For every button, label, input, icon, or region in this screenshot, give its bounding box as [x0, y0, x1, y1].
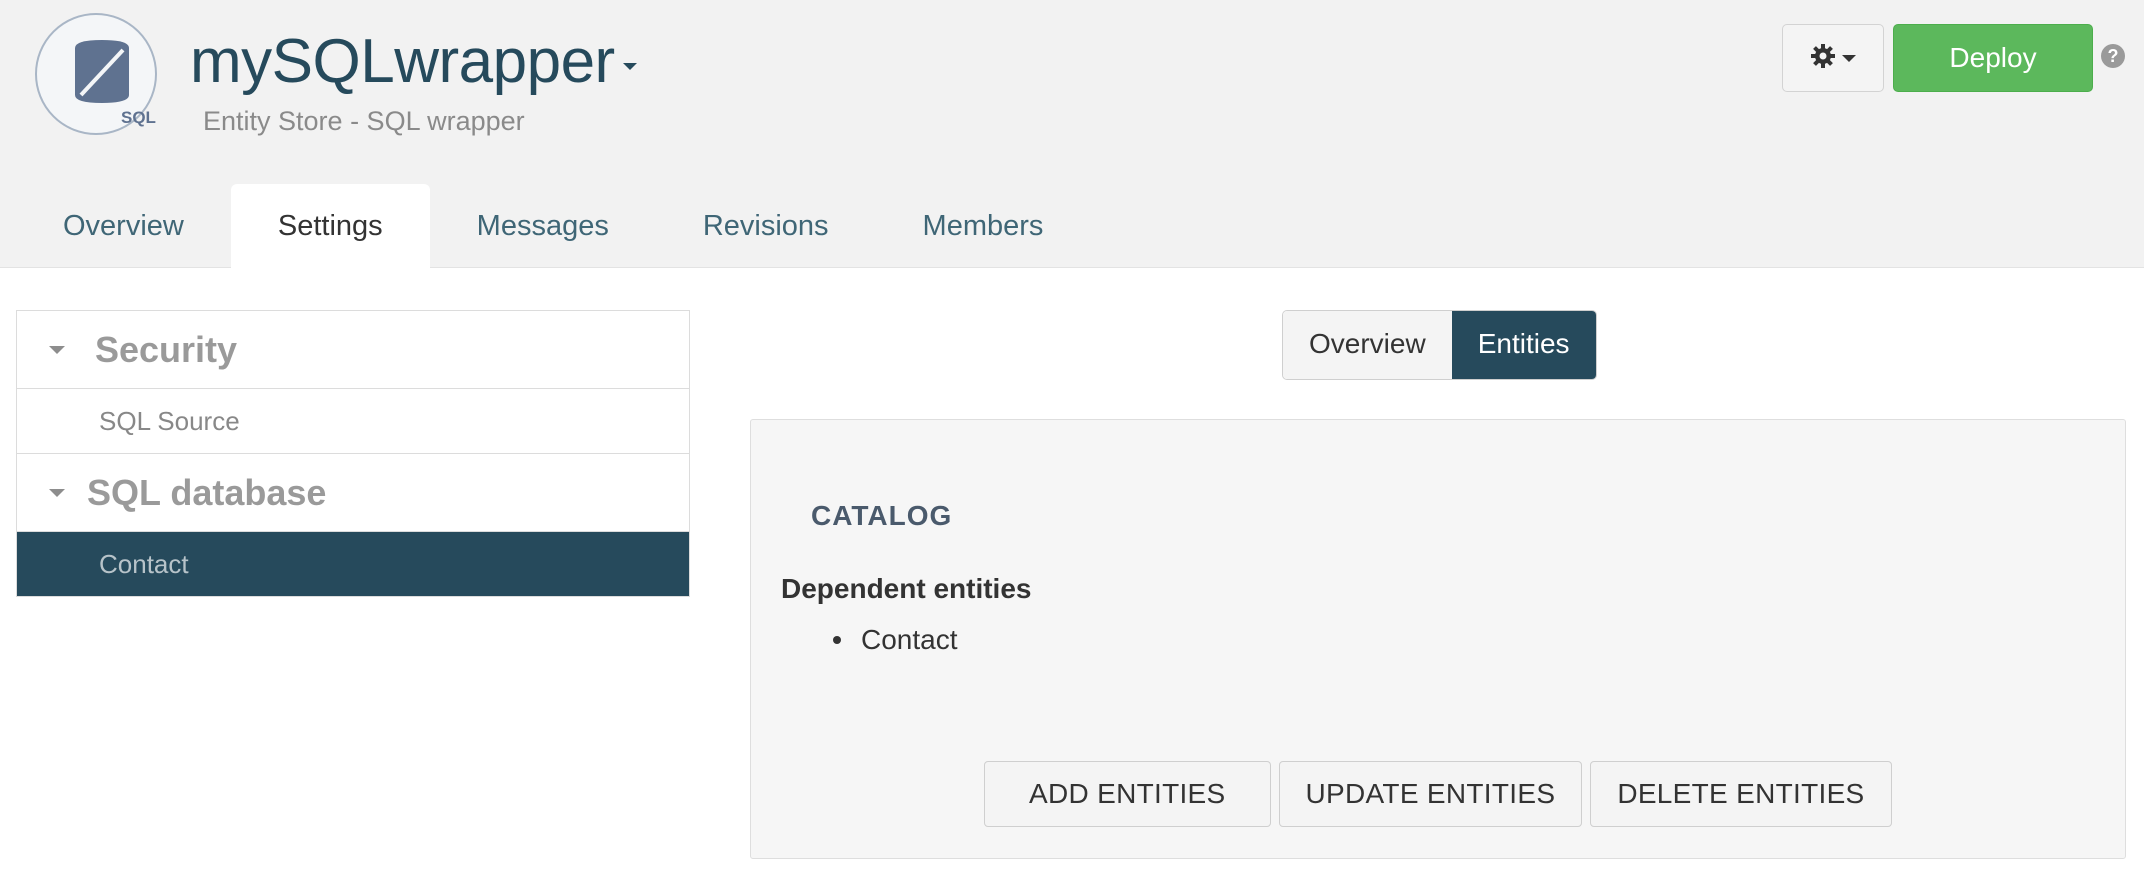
main-tabs: Overview Settings Messages Revisions Mem… — [16, 184, 1090, 268]
dependent-entities-list: Contact — [781, 615, 958, 665]
update-entities-button[interactable]: UPDATE ENTITIES — [1278, 761, 1583, 827]
view-toggle: Overview Entities — [1282, 310, 1597, 380]
sidebar-group-title: SQL database — [87, 471, 327, 513]
tab-members[interactable]: Members — [876, 184, 1091, 268]
app-header: SQL mySQLwrapper Entity Store - SQL wrap… — [0, 0, 2144, 268]
sidebar-group-title: Security — [95, 328, 238, 370]
chevron-down-icon — [622, 62, 637, 70]
sidebar-item-sql-source[interactable]: SQL Source — [17, 389, 689, 454]
help-icon[interactable]: ? — [2101, 44, 2125, 68]
delete-entities-button[interactable]: DELETE ENTITIES — [1590, 761, 1892, 827]
tab-settings[interactable]: Settings — [230, 184, 430, 268]
list-item: Contact — [781, 615, 958, 665]
entity-actions: ADD ENTITIES UPDATE ENTITIES DELETE ENTI… — [984, 761, 1892, 827]
view-overview-button[interactable]: Overview — [1283, 311, 1452, 379]
tab-overview[interactable]: Overview — [16, 184, 231, 268]
sidebar-group-sql-database[interactable]: SQL database — [17, 454, 689, 532]
tab-revisions[interactable]: Revisions — [656, 184, 876, 268]
view-entities-button[interactable]: Entities — [1451, 311, 1596, 379]
app-subtitle: Entity Store - SQL wrapper — [203, 106, 525, 136]
add-entities-button[interactable]: ADD ENTITIES — [984, 761, 1271, 827]
caret-down-icon — [49, 345, 65, 354]
chevron-down-icon — [1842, 54, 1856, 62]
tab-messages[interactable]: Messages — [430, 184, 656, 268]
settings-dropdown-button[interactable] — [1782, 24, 1884, 92]
gear-icon — [1810, 43, 1836, 74]
app-title-dropdown[interactable]: mySQLwrapper — [190, 22, 637, 102]
logo-text: SQL — [121, 108, 156, 127]
app-title: mySQLwrapper — [190, 27, 615, 96]
deploy-button[interactable]: Deploy — [1893, 24, 2093, 92]
entities-panel: CATALOG Dependent entities Contact ADD E… — [750, 419, 2126, 859]
sql-database-icon: SQL — [35, 13, 157, 135]
caret-down-icon — [49, 488, 65, 497]
sidebar-group-security[interactable]: Security — [17, 311, 689, 389]
section-title: CATALOG — [811, 500, 953, 531]
sidebar-item-contact[interactable]: Contact — [17, 532, 689, 596]
dependent-entities-title: Dependent entities — [781, 573, 1032, 604]
settings-sidebar: Security SQL Source SQL database Contact — [16, 310, 690, 597]
